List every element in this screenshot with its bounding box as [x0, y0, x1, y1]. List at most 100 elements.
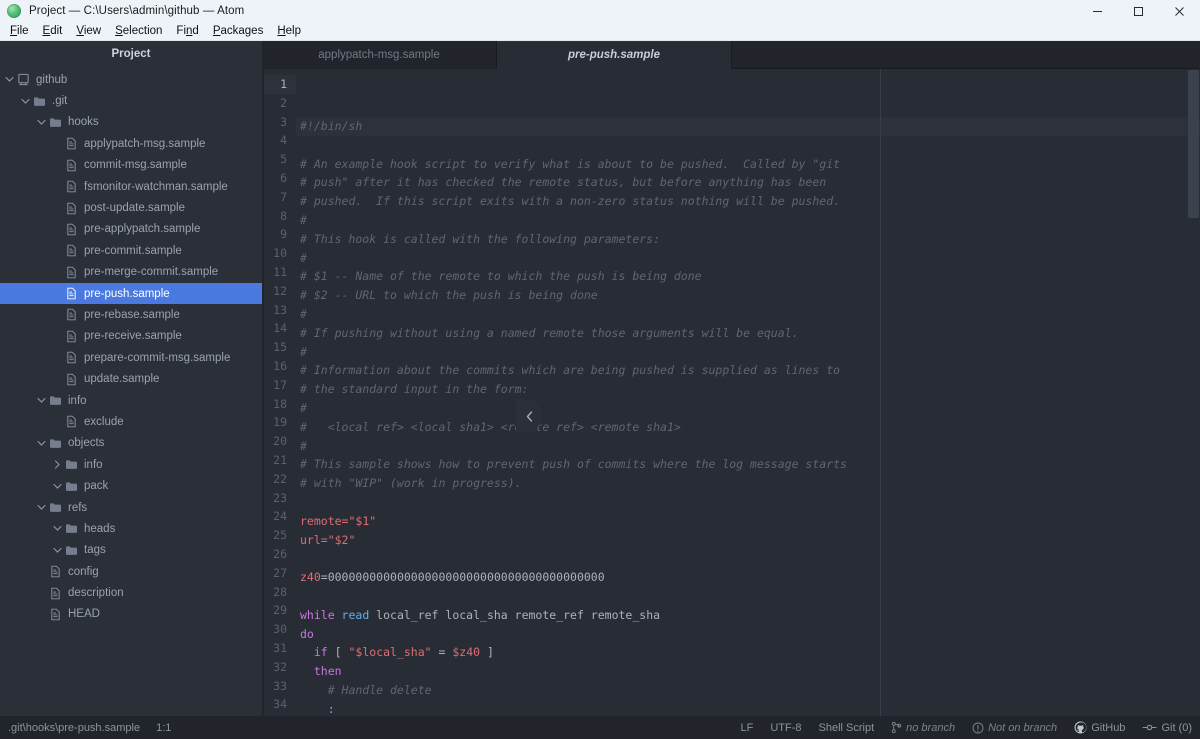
tree-twist-toggle[interactable]	[52, 482, 63, 491]
editor-vertical-scrollbar[interactable]	[1187, 69, 1200, 716]
github-panel[interactable]: GitHub	[1074, 721, 1125, 734]
tree-twist-toggle[interactable]	[36, 439, 47, 448]
git-status[interactable]: Not on branch	[972, 722, 1057, 734]
code-line[interactable]: # Handle delete	[296, 681, 1200, 700]
code-line[interactable]: then	[296, 662, 1200, 681]
code-line[interactable]: :	[296, 700, 1200, 716]
code-line[interactable]: # $2 -- URL to which the push is being d…	[296, 286, 1200, 305]
code-line[interactable]: while read local_ref local_sha remote_re…	[296, 606, 1200, 625]
code-line[interactable]: # If pushing without using a named remot…	[296, 324, 1200, 343]
tree-item-folder-tags[interactable]: tags	[0, 540, 262, 561]
tree-item-file-pre-applypatch-sample[interactable]: pre-applypatch.sample	[0, 219, 262, 240]
tree-item-folder-pack[interactable]: pack	[0, 475, 262, 496]
tree-item-file-exclude[interactable]: exclude	[0, 411, 262, 432]
code-line[interactable]: # An example hook script to verify what …	[296, 155, 1200, 174]
tree-twist-toggle[interactable]	[52, 460, 63, 469]
code-line[interactable]: url="$2"	[296, 531, 1200, 550]
tree-item-folder-hooks[interactable]: hooks	[0, 112, 262, 133]
code-line[interactable]: #!/bin/sh	[296, 117, 1200, 136]
tree-item-file-applypatch-msg-sample[interactable]: applypatch-msg.sample	[0, 133, 262, 154]
code-line[interactable]: # This hook is called with the following…	[296, 230, 1200, 249]
menu-edit[interactable]: Edit	[36, 22, 70, 41]
menu-file[interactable]: File	[3, 22, 36, 41]
code-token-cmt: #	[300, 213, 307, 227]
code-line[interactable]: if [ "$local_sha" = $z40 ]	[296, 643, 1200, 662]
tree-item-file-post-update-sample[interactable]: post-update.sample	[0, 197, 262, 218]
tree-item-folder-info[interactable]: info	[0, 454, 262, 475]
minimize-button[interactable]	[1077, 0, 1118, 22]
tree-twist-toggle[interactable]	[36, 396, 47, 405]
code-line[interactable]: # the standard input in the form:	[296, 380, 1200, 399]
tree-item-file-pre-commit-sample[interactable]: pre-commit.sample	[0, 240, 262, 261]
code-line[interactable]: #	[296, 437, 1200, 456]
tree-twist-toggle[interactable]	[36, 118, 47, 127]
tree-item-file-commit-msg-sample[interactable]: commit-msg.sample	[0, 155, 262, 176]
tree-item-file-config[interactable]: config	[0, 561, 262, 582]
tree-twist-toggle[interactable]	[20, 97, 31, 106]
tree-item-folder-github[interactable]: github	[0, 69, 262, 90]
code-line[interactable]	[296, 549, 1200, 568]
tree-item-file-pre-rebase-sample[interactable]: pre-rebase.sample	[0, 304, 262, 325]
code-line[interactable]	[296, 587, 1200, 606]
code-line[interactable]: #	[296, 399, 1200, 418]
code-line[interactable]	[296, 493, 1200, 512]
tab-applypatch-msg-sample[interactable]: applypatch-msg.sample	[262, 41, 497, 69]
code-line[interactable]: #	[296, 211, 1200, 230]
file-icon	[66, 159, 77, 172]
code-line[interactable]: # This sample shows how to prevent push …	[296, 455, 1200, 474]
tree-item-folder-git[interactable]: .git	[0, 90, 262, 111]
tree-item-file-pre-receive-sample[interactable]: pre-receive.sample	[0, 326, 262, 347]
tree-item-file-head[interactable]: HEAD	[0, 604, 262, 625]
tree-item-folder-heads[interactable]: heads	[0, 518, 262, 539]
cursor-position[interactable]: 1:1	[156, 722, 171, 734]
menu-selection[interactable]: Selection	[108, 22, 169, 41]
grammar[interactable]: Shell Script	[819, 722, 875, 734]
tree-item-file-pre-push-sample[interactable]: pre-push.sample	[0, 283, 262, 304]
menu-find[interactable]: Find	[169, 22, 205, 41]
code-line[interactable]: remote="$1"	[296, 512, 1200, 531]
code-line[interactable]: #	[296, 343, 1200, 362]
file-icon	[66, 308, 77, 321]
tree-item-file-prepare-commit-msg-sample[interactable]: prepare-commit-msg.sample	[0, 347, 262, 368]
tab-pre-push-sample[interactable]: pre-push.sample	[497, 41, 732, 69]
text-editor[interactable]: 1234567891011121314151617181920212223242…	[262, 69, 1200, 716]
code-line[interactable]	[296, 136, 1200, 155]
file-path[interactable]: .git\hooks\pre-push.sample	[8, 722, 140, 734]
code-line[interactable]: # Information about the commits which ar…	[296, 361, 1200, 380]
code-line[interactable]: # pushed. If this script exits with a no…	[296, 192, 1200, 211]
encoding[interactable]: UTF-8	[770, 722, 801, 734]
tree-item-file-pre-merge-commit-sample[interactable]: pre-merge-commit.sample	[0, 262, 262, 283]
code-line[interactable]: # with "WIP" (work in progress).	[296, 474, 1200, 493]
workspace: Project github.githooksapplypatch-msg.sa…	[0, 41, 1200, 716]
tree-twist-toggle[interactable]	[36, 503, 47, 512]
line-ending[interactable]: LF	[740, 722, 753, 734]
tree-item-file-update-sample[interactable]: update.sample	[0, 368, 262, 389]
code-line[interactable]: # push" after it has checked the remote …	[296, 173, 1200, 192]
scrollbar-thumb[interactable]	[1188, 70, 1199, 218]
git-branch[interactable]: no branch	[891, 721, 955, 734]
code-line[interactable]: #	[296, 249, 1200, 268]
code-line[interactable]: do	[296, 625, 1200, 644]
code-line[interactable]: # $1 -- Name of the remote to which the …	[296, 267, 1200, 286]
tab-label: applypatch-msg.sample	[318, 49, 439, 61]
menu-packages[interactable]: Packages	[206, 22, 271, 41]
tree-twist-toggle[interactable]	[4, 75, 15, 84]
tree-item-folder-objects[interactable]: objects	[0, 433, 262, 454]
menu-help[interactable]: Help	[270, 22, 308, 41]
git-panel[interactable]: Git (0)	[1142, 722, 1192, 734]
code-line[interactable]: #	[296, 305, 1200, 324]
tree-twist-toggle[interactable]	[52, 524, 63, 533]
tree-item-file-fsmonitor-watchman-sample[interactable]: fsmonitor-watchman.sample	[0, 176, 262, 197]
maximize-button[interactable]	[1118, 0, 1159, 22]
code-content[interactable]: #!/bin/sh # An example hook script to ve…	[296, 69, 1200, 716]
status-bar-left: .git\hooks\pre-push.sample 1:1	[8, 722, 171, 734]
code-line[interactable]: # <local ref> <local sha1> <remote ref> …	[296, 418, 1200, 437]
tree-twist-toggle[interactable]	[52, 546, 63, 555]
close-button[interactable]	[1159, 0, 1200, 22]
file-icon	[66, 415, 77, 428]
menu-view[interactable]: View	[69, 22, 108, 41]
tree-item-folder-info[interactable]: info	[0, 390, 262, 411]
tree-item-folder-refs[interactable]: refs	[0, 497, 262, 518]
code-line[interactable]: z40=000000000000000000000000000000000000…	[296, 568, 1200, 587]
tree-item-file-description[interactable]: description	[0, 582, 262, 603]
